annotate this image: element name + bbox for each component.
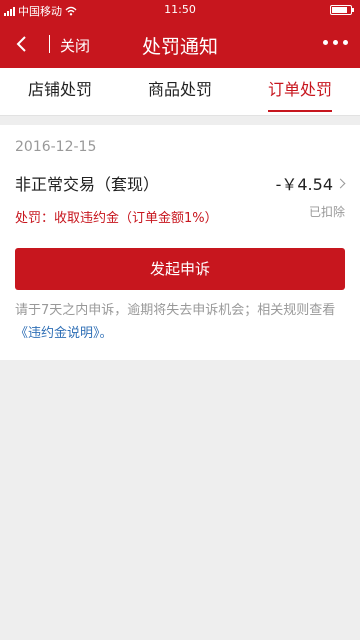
chevron-right-icon — [335, 178, 346, 188]
more-icon[interactable] — [323, 40, 348, 45]
page-title: 处罚通知 — [141, 36, 218, 58]
appeal-button[interactable]: 发起申诉 — [15, 248, 345, 290]
close-button[interactable]: 关闭 — [60, 35, 90, 56]
tab-bar: 店铺处罚 商品处罚 订单处罚 — [0, 68, 360, 116]
active-tab-indicator — [268, 110, 332, 112]
notice-suffix: 。 — [99, 326, 113, 341]
penalty-description: 处罚：收取违约金（订单金额1%） — [15, 211, 218, 226]
back-arrow-icon[interactable] — [10, 32, 34, 56]
status-time: 11:50 — [164, 3, 196, 16]
violation-type: 非正常交易（套现） — [15, 175, 160, 194]
tab-shop-penalty[interactable]: 店铺处罚 — [14, 68, 106, 115]
nav-divider — [49, 35, 50, 53]
penalty-date: 2016-12-15 — [15, 139, 97, 155]
penalty-amount: -￥4.54 — [275, 175, 333, 194]
battery-icon — [330, 5, 354, 15]
tab-product-penalty[interactable]: 商品处罚 — [134, 68, 226, 115]
status-bar: 中国移动 11:50 — [0, 0, 360, 20]
deduction-status: 已扣除 — [308, 205, 345, 219]
nav-bar: 关闭 处罚通知 — [0, 20, 360, 68]
appeal-notice: 请于7天之内申诉，逾期将失去申诉机会；相关规则查看《违约金说明》。 — [15, 299, 347, 345]
tab-order-penalty[interactable]: 订单处罚 — [254, 68, 346, 115]
penalty-rules-link[interactable]: 《违约金说明》 — [15, 326, 100, 341]
notice-text: 请于7天之内申诉，逾期将失去申诉机会；相关规则查看 — [15, 303, 336, 318]
battery-level — [332, 7, 347, 13]
penalty-card: 2016-12-15 非正常交易（套现） -￥4.54 处罚：收取违约金（订单金… — [0, 125, 360, 360]
penalty-amount-link[interactable]: -￥4.54 — [275, 171, 346, 195]
